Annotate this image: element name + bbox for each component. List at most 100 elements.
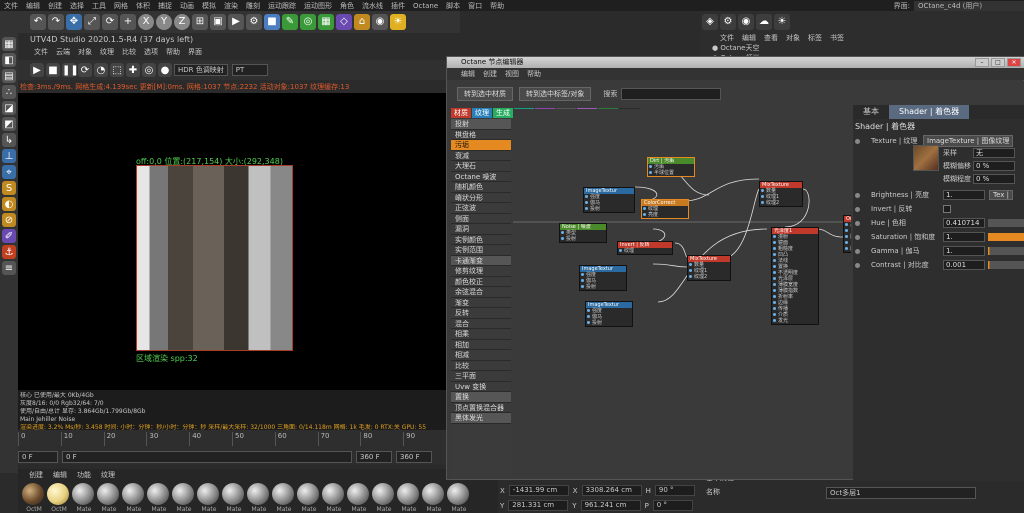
node-category-item[interactable]: 余弦混合 — [451, 287, 511, 298]
node-search-input[interactable] — [621, 88, 722, 100]
node-tab[interactable]: 生成 — [493, 108, 513, 118]
node-category-item[interactable]: Uvw 变换 — [451, 382, 511, 392]
menu-item[interactable]: 模拟 — [198, 1, 220, 11]
size-y-field[interactable]: 961.241 cm — [580, 500, 641, 511]
contrast-field[interactable]: 0.001 — [943, 260, 985, 270]
menu-item[interactable]: 运动跟踪 — [264, 1, 300, 11]
array-icon[interactable]: ▦ — [318, 14, 334, 30]
material-menu-item[interactable]: 功能 — [72, 470, 96, 480]
node-category-item[interactable]: 相乘 — [451, 329, 511, 340]
material-ball[interactable]: Mate — [422, 483, 444, 513]
node-port[interactable]: 纹理2 — [688, 274, 730, 280]
undo-icon[interactable]: ↶ — [30, 14, 46, 30]
render-icon[interactable]: ▶ — [228, 14, 244, 30]
texture-thumbnail[interactable] — [913, 145, 939, 171]
hue-anim-dot[interactable] — [855, 220, 860, 226]
graph-node[interactable]: MixTexture 数量 纹理1 纹理2 — [759, 181, 803, 207]
menu-item[interactable]: 工具 — [88, 1, 110, 11]
blur-amount-field[interactable]: 0 % — [973, 174, 1015, 184]
node-category-item[interactable]: 污垢 — [451, 140, 511, 151]
start-frame-field[interactable]: 0 F — [18, 451, 58, 463]
clay-icon[interactable]: ● — [158, 63, 172, 77]
node-port[interactable]: 投射 — [586, 320, 632, 326]
weight-icon[interactable]: ⚓ — [2, 245, 16, 259]
gamma-anim-dot[interactable] — [855, 248, 860, 254]
material-ball[interactable]: Mate — [447, 483, 469, 513]
graph-node[interactable]: ColorCorrect 纹理 亮度 — [641, 199, 689, 219]
viewer-menu-item[interactable]: 界面 — [184, 47, 206, 57]
node-category-item[interactable]: 顶点置换混合器 — [451, 403, 511, 413]
tab-basic[interactable]: 基本 — [853, 105, 889, 119]
close-button[interactable]: ✕ — [1007, 58, 1021, 67]
menu-item[interactable]: 编辑 — [22, 1, 44, 11]
material-ball[interactable]: OctM — [47, 483, 69, 513]
node-port[interactable]: 纹理 — [618, 248, 672, 254]
brightness-anim-dot[interactable] — [855, 192, 860, 198]
axis-z-icon[interactable]: Z — [174, 14, 190, 30]
gamma-field[interactable]: 1. — [943, 246, 985, 256]
octane-live-icon[interactable]: ◈ — [702, 14, 718, 30]
node-port[interactable]: 发光 — [772, 318, 818, 324]
menu-item[interactable]: 脚本 — [442, 1, 464, 11]
menu-item[interactable]: 插件 — [387, 1, 409, 11]
end-frame-field[interactable]: 360 F — [356, 451, 392, 463]
sculpt-icon[interactable]: S — [2, 181, 16, 195]
node-category-item[interactable]: 比较 — [451, 361, 511, 371]
camera-icon[interactable]: ◉ — [372, 14, 388, 30]
menu-item[interactable]: Octane — [409, 2, 442, 10]
node-category-item[interactable]: 修剪纹理 — [451, 266, 511, 277]
pick-icon[interactable]: ✚ — [126, 63, 140, 77]
node-port[interactable]: 层2 — [844, 246, 851, 252]
viewer-menu-item[interactable]: 纹理 — [96, 47, 118, 57]
material-menu-item[interactable]: 创建 — [24, 470, 48, 480]
node-port[interactable]: 投射 — [584, 206, 634, 212]
node-category-item[interactable]: 卡通渐变 — [451, 255, 511, 266]
cube-icon[interactable]: ■ — [264, 14, 280, 30]
layer-icon[interactable]: ≡ — [2, 261, 16, 275]
refresh-icon[interactable]: ⟳ — [78, 63, 92, 77]
select-icon[interactable]: + — [120, 14, 136, 30]
rotation-p-field[interactable]: 0 ° — [652, 500, 693, 511]
material-ball[interactable]: Mate — [247, 483, 269, 513]
hue-slider[interactable] — [988, 219, 1024, 227]
node-category-item[interactable]: 黑体发光 — [451, 413, 511, 424]
node-editor-titlebar[interactable]: Octane 节点编辑器 – □ ✕ — [447, 57, 1024, 68]
node-tab[interactable]: 纹理 — [472, 108, 492, 118]
timeline-ruler[interactable]: 0 10 20 30 40 50 60 70 80 90 — [18, 432, 446, 446]
viewer-menu-item[interactable]: 文件 — [30, 47, 52, 57]
graph-node[interactable]: Invert | 反转 纹理 — [617, 241, 673, 255]
material-menu-item[interactable]: 编辑 — [48, 470, 72, 480]
contrast-slider[interactable] — [988, 261, 1024, 269]
material-ball[interactable]: Mate — [197, 483, 219, 513]
graph-node[interactable]: MixTexture 数量 纹理1 纹理2 — [687, 255, 731, 281]
redo-icon[interactable]: ↷ — [48, 14, 64, 30]
menu-item[interactable]: 体积 — [132, 1, 154, 11]
node-port[interactable]: 亮度 — [642, 212, 688, 218]
material-ball[interactable]: Mate — [297, 483, 319, 513]
coord-system-icon[interactable]: ⊞ — [192, 14, 208, 30]
node-category-item[interactable]: 相加 — [451, 340, 511, 350]
make-editable-icon[interactable]: ▦ — [2, 37, 16, 51]
menu-item[interactable]: 流水线 — [358, 1, 387, 11]
contrast-anim-dot[interactable] — [855, 262, 860, 268]
material-ball[interactable]: Mate — [397, 483, 419, 513]
rotate-icon[interactable]: ⟳ — [102, 14, 118, 30]
node-category-item[interactable]: 混合 — [451, 319, 511, 329]
tab-shader[interactable]: Shader | 着色器 — [889, 105, 970, 119]
goto-material-button[interactable]: 转到选中材质 — [457, 87, 513, 101]
menu-item[interactable]: 文件 — [0, 1, 22, 11]
node-category-item[interactable]: 棋盘格 — [451, 130, 511, 140]
position-x-field[interactable]: -1431.99 cm — [508, 485, 569, 496]
node-category-item[interactable]: 渐变 — [451, 298, 511, 308]
material-ball[interactable]: Mate — [272, 483, 294, 513]
material-ball[interactable]: Mate — [97, 483, 119, 513]
render-viewport[interactable]: off:0,0 位置:(217,154) 大小:(292,348) 区域渲染 s… — [18, 93, 446, 390]
viewer-menu-item[interactable]: 选项 — [140, 47, 162, 57]
material-ball[interactable]: Mate — [222, 483, 244, 513]
node-category-item[interactable]: 侧面 — [451, 214, 511, 224]
node-port[interactable]: 纹理2 — [760, 200, 802, 206]
graph-node[interactable]: 光泽度1 漫射 镜面 粗糙度 凹凸 法线 置换 不透明度 光泽层 薄膜宽度 薄膜指数 折射率 边缘 传播介… — [771, 227, 819, 325]
node-category-item[interactable]: 大理石 — [451, 161, 511, 172]
saturation-field[interactable]: 1. — [943, 232, 985, 242]
material-ball[interactable]: Mate — [347, 483, 369, 513]
